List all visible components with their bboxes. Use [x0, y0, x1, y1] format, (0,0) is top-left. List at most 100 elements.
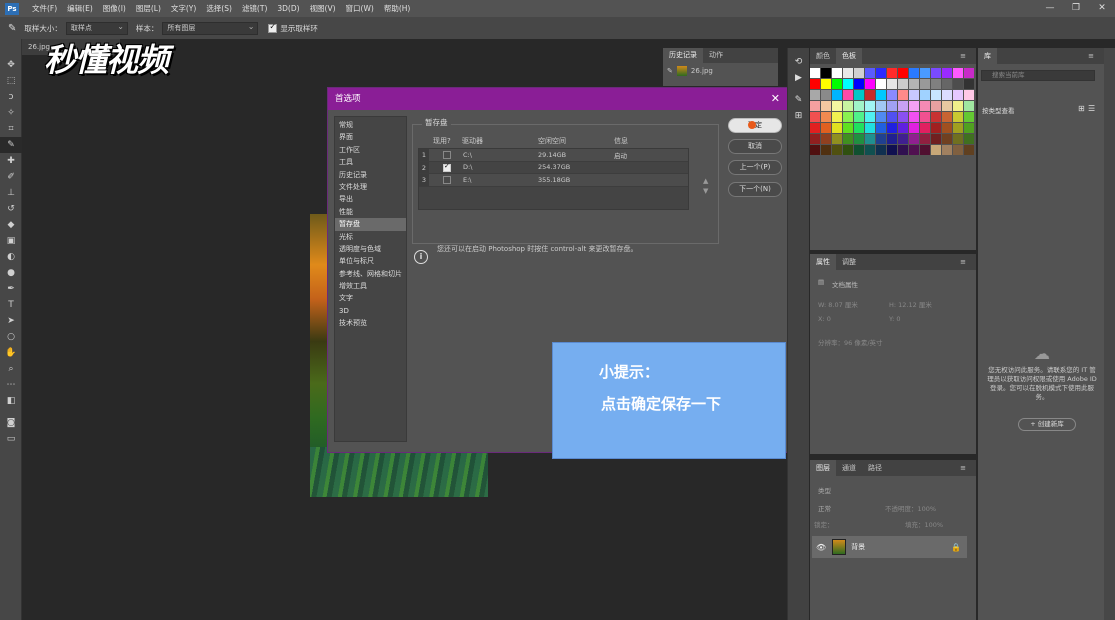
eraser-tool-icon[interactable]: ◆ — [0, 217, 22, 233]
swatch[interactable] — [854, 79, 864, 89]
swatch[interactable] — [876, 68, 886, 78]
swatch[interactable] — [909, 145, 919, 155]
swatch[interactable] — [821, 68, 831, 78]
cancel-button[interactable]: 取消 — [728, 139, 782, 154]
swatch[interactable] — [821, 145, 831, 155]
brush-panel-icon[interactable]: ✎ — [788, 92, 809, 108]
swatch[interactable] — [942, 68, 952, 78]
swatch[interactable] — [832, 134, 842, 144]
swatch[interactable] — [876, 90, 886, 100]
active-checkbox[interactable] — [443, 176, 451, 184]
swatch[interactable] — [964, 123, 974, 133]
swatch[interactable] — [898, 123, 908, 133]
swatch[interactable] — [898, 134, 908, 144]
swatch[interactable] — [953, 134, 963, 144]
swatch[interactable] — [876, 145, 886, 155]
swatch[interactable] — [854, 123, 864, 133]
swatch[interactable] — [920, 68, 930, 78]
menu-type[interactable]: 文字(Y) — [166, 3, 201, 14]
menu-3d[interactable]: 3D(D) — [272, 4, 304, 13]
prev-button[interactable]: 上一个(P) — [728, 160, 782, 175]
swatch[interactable] — [854, 145, 864, 155]
swatch[interactable] — [953, 68, 963, 78]
swatch[interactable] — [942, 101, 952, 111]
show-ring-checkbox[interactable] — [268, 22, 278, 33]
swatch[interactable] — [887, 79, 897, 89]
swatch[interactable] — [832, 123, 842, 133]
path-select-tool-icon[interactable]: ➤ — [0, 313, 22, 329]
swatch[interactable] — [953, 79, 963, 89]
pen-tool-icon[interactable]: ✒ — [0, 281, 22, 297]
swatch[interactable] — [909, 68, 919, 78]
swatch[interactable] — [931, 112, 941, 122]
tab-color[interactable]: 颜色 — [810, 48, 836, 64]
swatch[interactable] — [865, 112, 875, 122]
menu-view[interactable]: 视图(V) — [305, 3, 341, 14]
swatch[interactable] — [876, 134, 886, 144]
swatch[interactable] — [909, 79, 919, 89]
tab-properties[interactable]: 属性 — [810, 254, 836, 270]
marquee-tool-icon[interactable]: ⬚ — [0, 73, 22, 89]
swatch[interactable] — [909, 90, 919, 100]
swatch[interactable] — [821, 112, 831, 122]
swatch[interactable] — [898, 68, 908, 78]
swatch[interactable] — [865, 145, 875, 155]
swatch[interactable] — [942, 112, 952, 122]
swatch[interactable] — [887, 134, 897, 144]
swatch[interactable] — [821, 101, 831, 111]
swatch[interactable] — [865, 123, 875, 133]
blur-tool-icon[interactable]: ◐ — [0, 249, 22, 265]
category-export[interactable]: 导出 — [335, 193, 406, 205]
layer-kind-filter[interactable]: 类型 — [818, 485, 831, 495]
move-up-icon[interactable]: ▲ — [703, 176, 708, 186]
panel-menu-icon[interactable]: ≡ — [1082, 48, 1100, 64]
swatch[interactable] — [942, 134, 952, 144]
swatch[interactable] — [953, 123, 963, 133]
swatch[interactable] — [810, 134, 820, 144]
swatch[interactable] — [953, 101, 963, 111]
category-3d[interactable]: 3D — [335, 305, 406, 317]
tab-history[interactable]: 历史记录 — [663, 48, 703, 63]
swatch[interactable] — [898, 112, 908, 122]
menu-edit[interactable]: 编辑(E) — [62, 3, 98, 14]
zoom-tool-icon[interactable]: ⌕ — [0, 361, 22, 377]
category-history[interactable]: 历史记录 — [335, 169, 406, 181]
category-interface[interactable]: 界面 — [335, 131, 406, 143]
category-workspace[interactable]: 工作区 — [335, 144, 406, 156]
swatch[interactable] — [931, 123, 941, 133]
x-value[interactable]: X: 0 — [818, 315, 831, 323]
swatch[interactable] — [876, 123, 886, 133]
table-row[interactable]: 1 C:\ 29.14GB 启动 — [419, 149, 688, 162]
width-value[interactable]: W: 8.07 厘米 — [818, 299, 858, 309]
swatch[interactable] — [865, 90, 875, 100]
swatch[interactable] — [810, 79, 820, 89]
swatch[interactable] — [920, 79, 930, 89]
swatch[interactable] — [887, 145, 897, 155]
swatch[interactable] — [909, 123, 919, 133]
sample-select[interactable]: 所有图层 — [162, 21, 259, 35]
stamp-tool-icon[interactable]: ⊥ — [0, 185, 22, 201]
swatch[interactable] — [843, 112, 853, 122]
swatch[interactable] — [821, 79, 831, 89]
swatch[interactable] — [931, 134, 941, 144]
quick-mask-icon[interactable]: ◙ — [0, 415, 22, 431]
close-icon[interactable]: ✕ — [771, 88, 780, 110]
swatch[interactable] — [832, 79, 842, 89]
tab-swatches[interactable]: 色板 — [836, 48, 862, 64]
swatch[interactable] — [865, 79, 875, 89]
swatch[interactable] — [843, 101, 853, 111]
brush-tool-icon[interactable]: ✐ — [0, 169, 22, 185]
category-type[interactable]: 文字 — [335, 292, 406, 304]
lasso-tool-icon[interactable]: ↄ — [0, 89, 22, 105]
move-down-icon[interactable]: ▼ — [703, 186, 708, 196]
menu-help[interactable]: 帮助(H) — [379, 3, 416, 14]
hand-tool-icon[interactable]: ✋ — [0, 345, 22, 361]
quick-select-tool-icon[interactable]: ✧ — [0, 105, 22, 121]
swatch[interactable] — [821, 134, 831, 144]
library-search-input[interactable]: 搜索当前库 — [981, 70, 1095, 81]
swatch[interactable] — [964, 79, 974, 89]
panel-menu-icon[interactable]: ≡ — [954, 460, 972, 476]
swatch[interactable] — [843, 68, 853, 78]
swatch[interactable] — [832, 145, 842, 155]
menu-select[interactable]: 选择(S) — [201, 3, 237, 14]
